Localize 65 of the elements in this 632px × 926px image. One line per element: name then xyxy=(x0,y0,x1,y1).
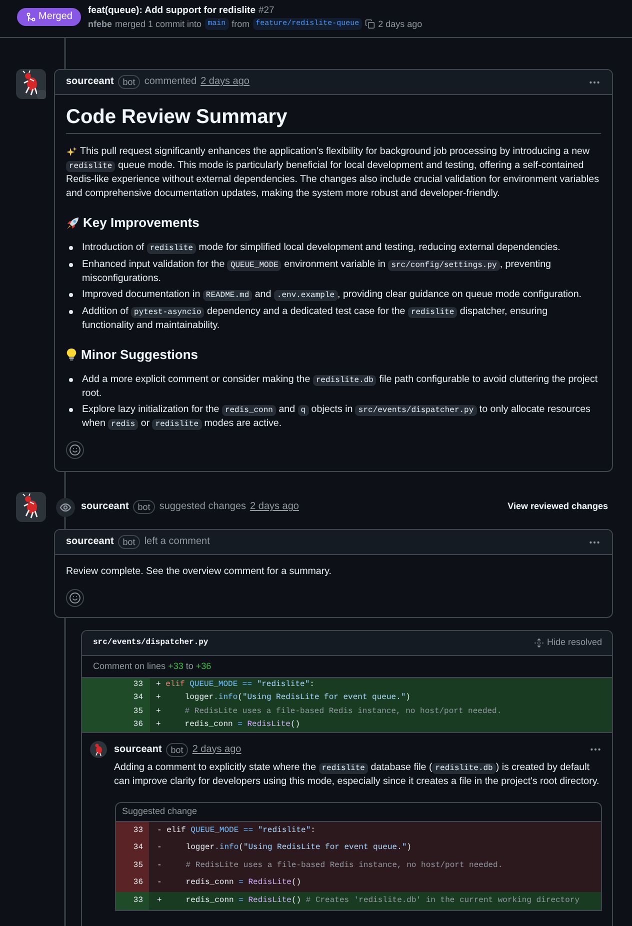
bot-badge: bot xyxy=(166,742,188,756)
file-path: src/events/dispatcher.py xyxy=(93,637,208,649)
bullet-icon xyxy=(69,262,73,266)
author-link[interactable]: sourceant xyxy=(66,75,114,89)
bullet-icon xyxy=(69,293,73,297)
bot-badge: bot xyxy=(132,500,156,514)
summary-paragraph: This pull request significantly enhances the application’s flexibility for background job processing by introducing a new redislite queue mode. This mode is particularly beneficial for local development and testing, offering a self-contained Redis-like experience without external dependencies. The changes also include crucial validation for environment variables and comprehensive documentation updates, making the system more robust and developer-friendly. xyxy=(66,145,600,201)
sparkles-icon xyxy=(66,146,77,158)
line-number: 35 xyxy=(82,705,150,718)
status-label: Merged xyxy=(38,11,72,23)
hide-resolved-button[interactable]: Hide resolved xyxy=(534,636,602,650)
list-item-text: Improved documentation in README.md and .env.example , providing clear guidance on queue mode configuration. xyxy=(82,288,583,302)
bot-badge: bot xyxy=(118,535,140,549)
from-label: from xyxy=(232,18,250,30)
lightbulb-icon xyxy=(66,348,77,361)
pull-request-number: #27 xyxy=(258,4,274,16)
merge-time: 2 days ago xyxy=(378,18,422,30)
eye-icon xyxy=(56,498,75,516)
section-heading: Key Improvements xyxy=(83,215,200,231)
action-text: commented xyxy=(144,75,197,89)
list-item-text: Introduction of redislite mode for simplified local development and testing, reducing external dependencies. xyxy=(82,241,562,255)
smiley-icon xyxy=(69,592,81,604)
list-item-text: Addition of pytest-asyncio dependency and a dedicated test case for the redislite dispatcher, ensuring functionality and maintainability. xyxy=(82,304,549,332)
review-comment-text: Review complete. See the overview comment for a summary. xyxy=(66,565,333,579)
line-number: 34 xyxy=(116,840,149,857)
bullet-icon xyxy=(69,378,73,382)
line-number: 33 xyxy=(116,892,149,910)
smiley-icon xyxy=(69,444,81,456)
bullet-icon xyxy=(69,310,73,314)
section-heading: Minor Suggestions xyxy=(81,346,198,362)
action-text: suggested changes xyxy=(159,500,246,514)
list-item-text: Add a more explicit comment or consider making the redislite.db file path configurable to avoid cluttering the project root. xyxy=(82,372,599,400)
add-reaction-button[interactable] xyxy=(66,441,84,459)
author-link[interactable]: nfebe xyxy=(88,18,112,30)
list-item-text: Explore lazy initialization for the redis_conn and q objects in src/events/dispatcher.py to only allocate resources when redis or redislite modes are active. xyxy=(82,403,592,431)
author-link[interactable]: sourceant xyxy=(81,500,129,514)
line-number: 33 xyxy=(116,822,149,840)
merge-icon xyxy=(26,12,36,22)
add-reaction-button[interactable] xyxy=(66,589,84,607)
view-reviewed-changes-button[interactable]: View reviewed changes xyxy=(508,500,608,514)
list-item-text: Enhanced input validation for the QUEUE_MODE environment variable in src/config/settings.py , preventing misconfigurations. xyxy=(82,258,552,286)
bot-badge: bot xyxy=(118,75,140,89)
summary-title: Code Review Summary xyxy=(66,104,601,134)
timestamp-link[interactable]: 2 days ago xyxy=(192,742,242,756)
bullet-icon xyxy=(69,246,73,250)
action-text: left a comment xyxy=(144,535,210,549)
merge-description: merged 1 commit into xyxy=(115,18,202,30)
line-number: 36 xyxy=(116,874,149,892)
comment-range: Comment on lines +33 to +36 xyxy=(93,660,212,673)
copy-icon[interactable] xyxy=(365,19,376,29)
timestamp-link[interactable]: 2 days ago xyxy=(200,75,250,89)
pull-request-title: feat(queue): Add support for redislite xyxy=(88,4,256,16)
line-number: 33 xyxy=(82,678,150,692)
line-number: 35 xyxy=(116,857,149,874)
bot-avatar[interactable] xyxy=(16,492,46,522)
line-number: 34 xyxy=(82,692,150,705)
rocket-icon xyxy=(66,216,79,230)
timestamp-link[interactable]: 2 days ago xyxy=(250,500,299,514)
reply-comment-text: Adding a comment to explicitly state where the redislite database file ( redislite.db ) is created by default can improve clarity for developers using this mode, especially since it creates a file in the project's root directory. xyxy=(114,761,600,789)
author-link[interactable]: sourceant xyxy=(66,535,114,549)
bot-avatar[interactable] xyxy=(16,69,46,99)
suggestion-title: Suggested change xyxy=(122,805,198,818)
author-link[interactable]: sourceant xyxy=(114,742,162,756)
line-number: 36 xyxy=(82,718,150,732)
bullet-icon xyxy=(69,408,73,412)
